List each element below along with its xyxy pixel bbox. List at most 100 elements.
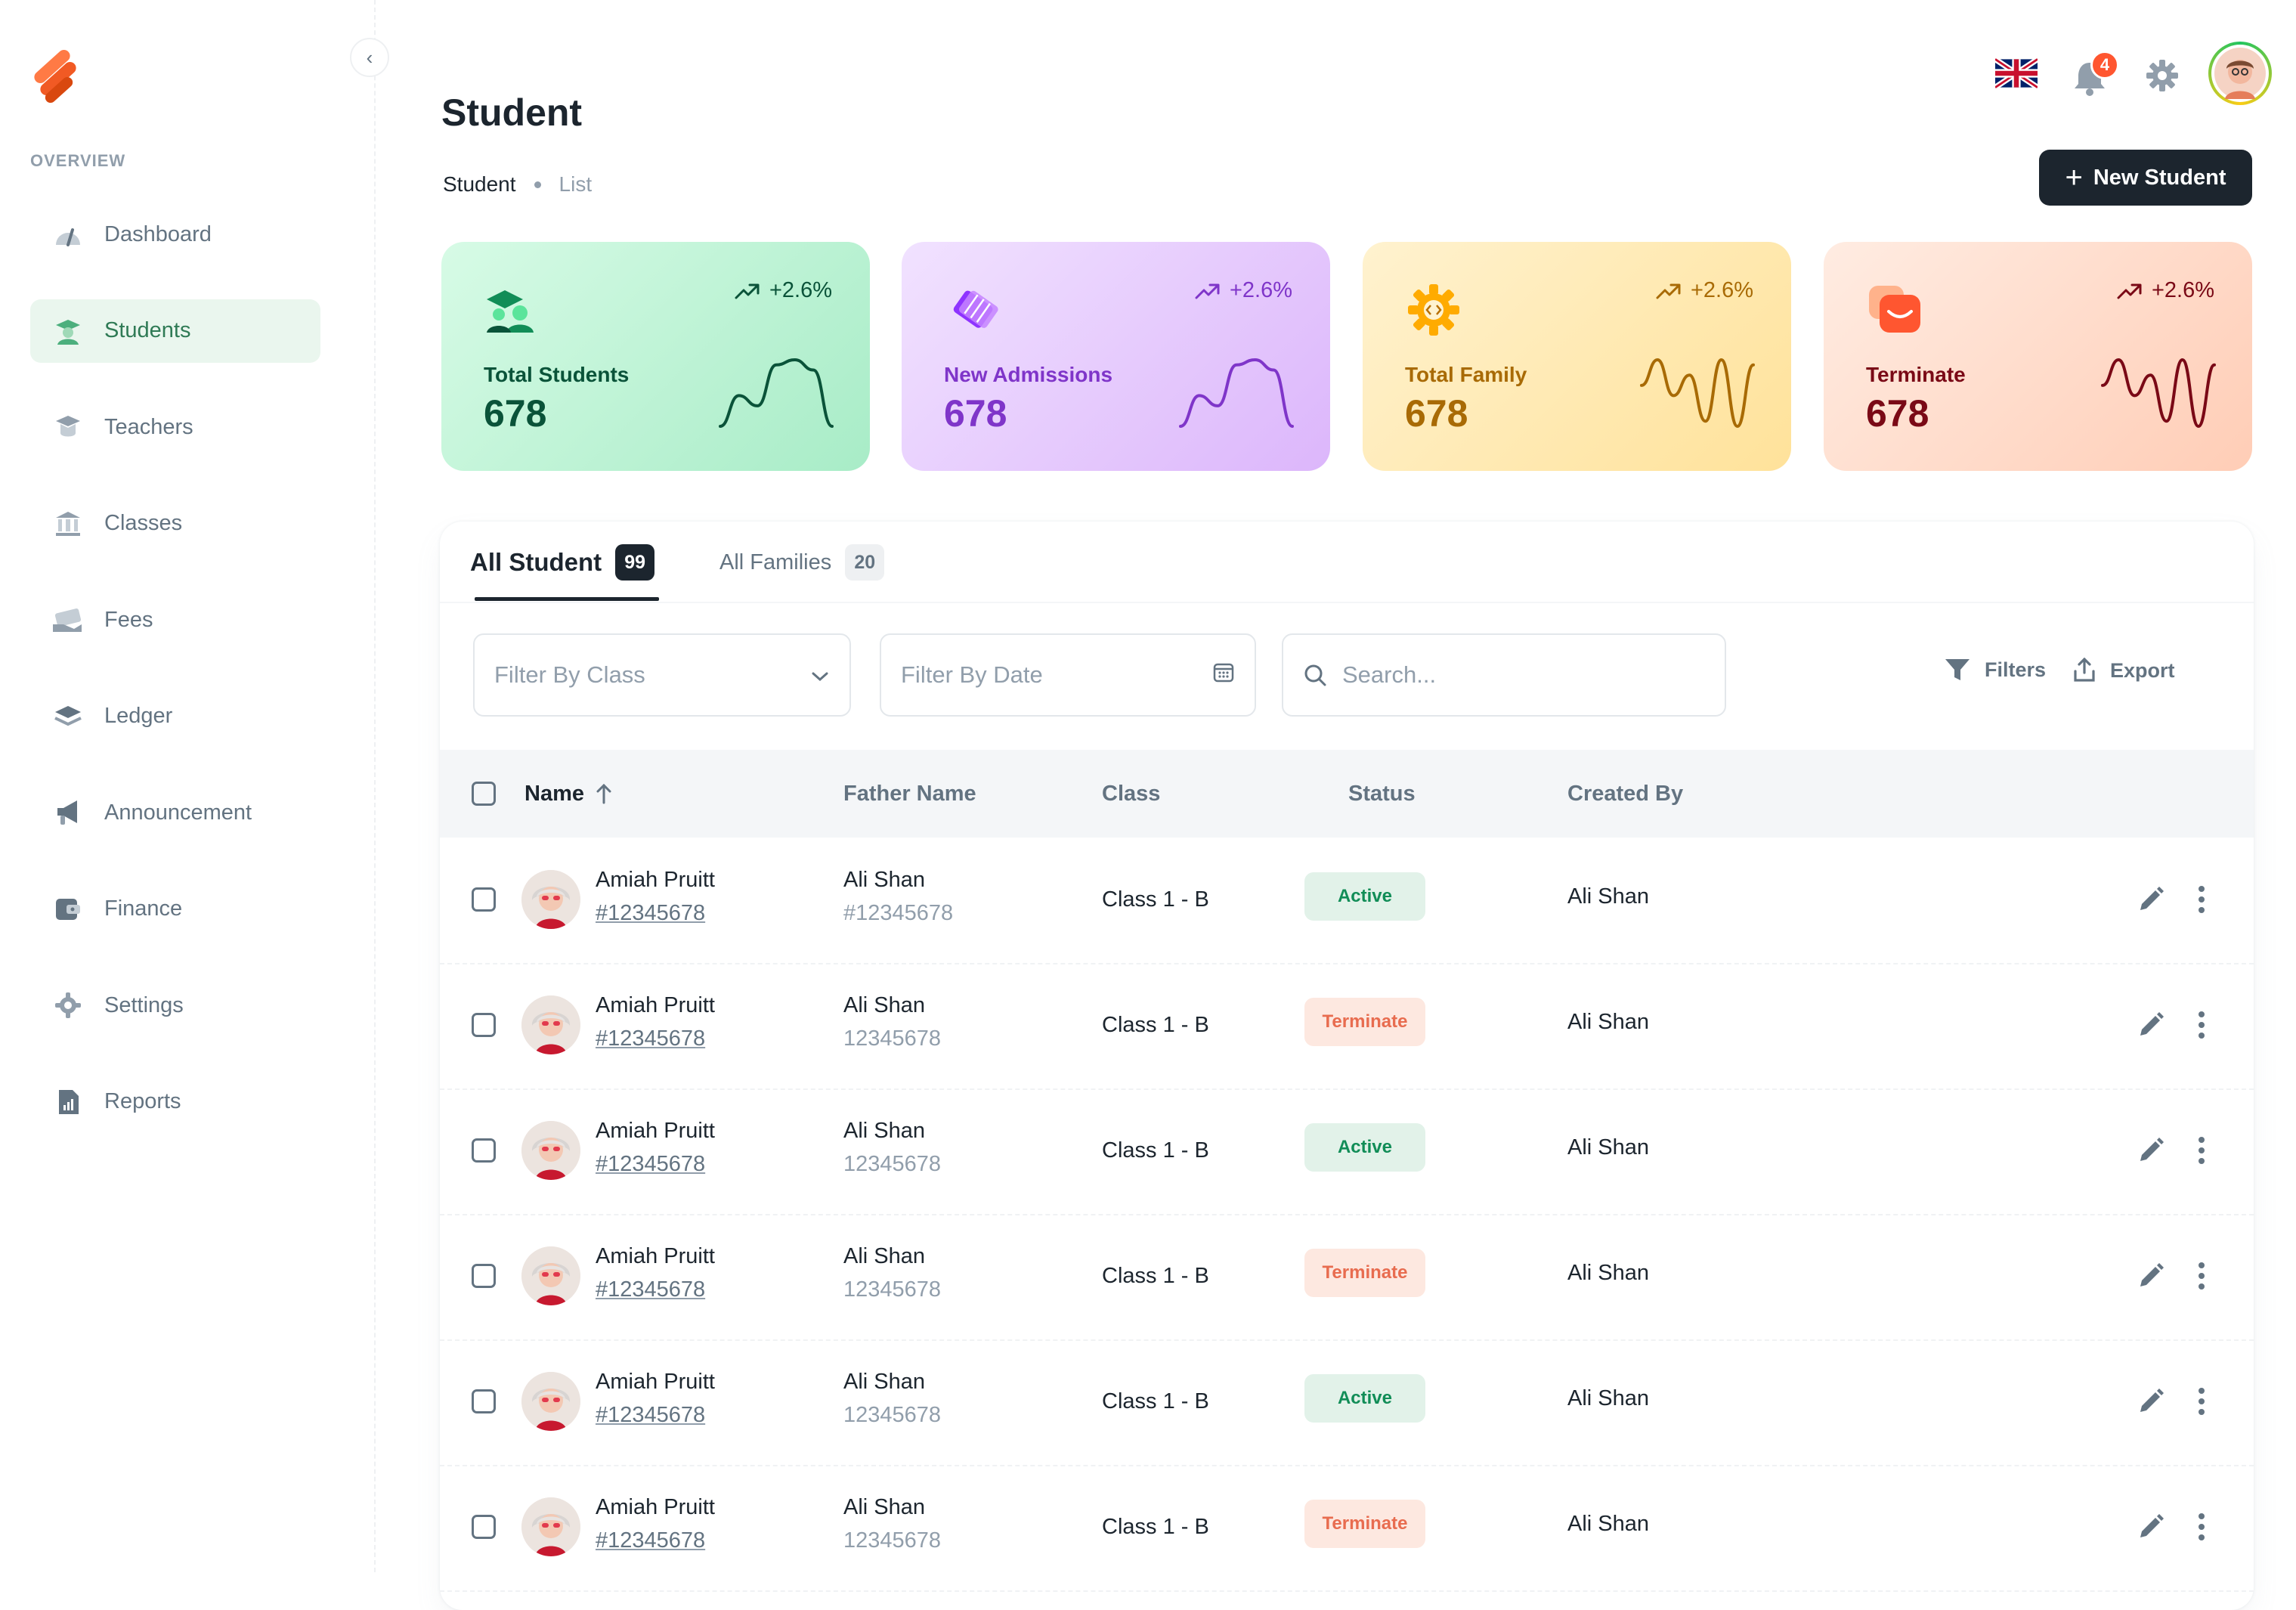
- row-checkbox[interactable]: [472, 1013, 496, 1037]
- father-id: 12345678: [843, 1026, 942, 1051]
- export-button[interactable]: Export: [2072, 658, 2175, 683]
- table-row[interactable]: Amiah Pruitt #12345678 Ali Shan 12345678 Cla…: [440, 1339, 2254, 1466]
- trend-value: +2.6%: [2151, 278, 2214, 302]
- trend-indicator: +2.6%: [2117, 278, 2214, 303]
- student-id-link[interactable]: #12345678: [596, 1277, 705, 1302]
- column-header-created-by: Created By: [1567, 781, 1684, 806]
- sidebar-item-reports[interactable]: Reports: [30, 1070, 320, 1134]
- student-id-link[interactable]: #12345678: [596, 901, 705, 926]
- edit-pencil-icon[interactable]: [2136, 1261, 2166, 1291]
- class-name: Class 1 - B: [1102, 1013, 1209, 1037]
- calendar-icon: [1212, 661, 1235, 689]
- student-name[interactable]: Amiah Pruitt: [596, 1119, 715, 1144]
- sidebar-item-announcement[interactable]: Announcement: [30, 781, 320, 844]
- table-row[interactable]: Amiah Pruitt #12345678 Ali Shan 12345678 Cla…: [440, 1465, 2254, 1592]
- sidebar-item-fees[interactable]: Fees: [30, 588, 320, 652]
- created-by: Ali Shan: [1567, 884, 1650, 909]
- nav-section-label: OVERVIEW: [30, 151, 126, 170]
- stat-card-new-admissions[interactable]: +2.6% New Admissions 678: [902, 242, 1330, 471]
- edit-pencil-icon[interactable]: [2136, 1010, 2166, 1040]
- filter-by-class-select[interactable]: Filter By Class: [473, 633, 851, 717]
- row-checkbox[interactable]: [472, 1264, 496, 1288]
- student-name[interactable]: Amiah Pruitt: [596, 868, 715, 893]
- father-id: 12345678: [843, 1528, 942, 1553]
- sidebar-item-ledger[interactable]: Ledger: [30, 685, 320, 748]
- notification-bell-icon[interactable]: 4: [2071, 51, 2119, 98]
- stat-card-terminate[interactable]: +2.6% Terminate 678: [1824, 242, 2252, 471]
- active-tab-indicator: [475, 597, 659, 601]
- tab-all-families[interactable]: All Families 20: [719, 544, 885, 581]
- student-id-link[interactable]: #12345678: [596, 1152, 705, 1177]
- more-vertical-icon[interactable]: [2197, 1385, 2206, 1418]
- graduation-icon: [482, 280, 543, 340]
- more-vertical-icon[interactable]: [2197, 1134, 2206, 1167]
- select-all-checkbox[interactable]: [472, 782, 496, 806]
- created-by: Ali Shan: [1567, 1261, 1650, 1285]
- more-vertical-icon[interactable]: [2197, 1510, 2206, 1543]
- student-name[interactable]: Amiah Pruitt: [596, 993, 715, 1018]
- stat-card-total-students[interactable]: +2.6% Total Students 678: [441, 242, 870, 471]
- student-id-link[interactable]: #12345678: [596, 1026, 705, 1051]
- brand-logo[interactable]: [29, 44, 86, 104]
- more-vertical-icon[interactable]: [2197, 1008, 2206, 1042]
- row-checkbox[interactable]: [472, 887, 496, 912]
- sparkline-chart: [2101, 358, 2216, 428]
- breadcrumb-item-student[interactable]: Student: [443, 172, 516, 197]
- sidebar-item-label: Settings: [104, 992, 184, 1017]
- edit-pencil-icon[interactable]: [2136, 1135, 2166, 1166]
- more-vertical-icon[interactable]: [2197, 883, 2206, 916]
- reports-icon: [51, 1085, 85, 1119]
- created-by: Ali Shan: [1567, 1010, 1650, 1034]
- student-id-link[interactable]: #12345678: [596, 1403, 705, 1428]
- row-checkbox[interactable]: [472, 1515, 496, 1539]
- student-name[interactable]: Amiah Pruitt: [596, 1370, 715, 1395]
- trending-up-icon: [1656, 283, 1682, 299]
- tab-all-student[interactable]: All Student 99: [470, 544, 655, 581]
- edit-pencil-icon[interactable]: [2136, 1386, 2166, 1416]
- sidebar-item-label: Classes: [104, 511, 183, 535]
- class-name: Class 1 - B: [1102, 1515, 1209, 1539]
- sidebar-item-dashboard[interactable]: Dashboard: [30, 203, 320, 266]
- collapse-sidebar-button[interactable]: ‹: [350, 38, 389, 77]
- message-icon: [1864, 280, 1925, 340]
- stat-card-value: 678: [1866, 392, 1929, 435]
- sidebar-item-settings[interactable]: Settings: [30, 974, 320, 1037]
- stat-card-total-family[interactable]: +2.6% Total Family 678: [1363, 242, 1791, 471]
- trend-indicator: +2.6%: [1195, 278, 1292, 303]
- filter-by-date-input[interactable]: Filter By Date: [880, 633, 1256, 717]
- search-input[interactable]: Search...: [1282, 633, 1726, 717]
- father-name: Ali Shan: [843, 1244, 926, 1268]
- sidebar-item-classes[interactable]: Classes: [30, 492, 320, 556]
- uk-flag-icon[interactable]: [1993, 57, 2040, 90]
- edit-pencil-icon[interactable]: [2136, 884, 2166, 915]
- sidebar-item-teachers[interactable]: Teachers: [30, 395, 320, 459]
- filters-button[interactable]: Filters: [1944, 658, 2046, 682]
- student-name[interactable]: Amiah Pruitt: [596, 1495, 715, 1520]
- trend-value: +2.6%: [769, 278, 832, 302]
- class-name: Class 1 - B: [1102, 1138, 1209, 1163]
- stat-card-label: Total Students: [484, 363, 630, 386]
- table-row[interactable]: Amiah Pruitt #12345678 Ali Shan 12345678 Cla…: [440, 963, 2254, 1090]
- table-row[interactable]: Amiah Pruitt #12345678 Ali Shan #12345678 Cl…: [440, 838, 2254, 964]
- sidebar-item-students[interactable]: Students: [30, 299, 320, 363]
- filters-label: Filters: [1985, 658, 2047, 681]
- sidebar-item-finance[interactable]: Finance: [30, 878, 320, 941]
- father-id: 12345678: [843, 1152, 942, 1176]
- more-vertical-icon[interactable]: [2197, 1259, 2206, 1293]
- trend-value: +2.6%: [1690, 278, 1753, 302]
- table-row[interactable]: Amiah Pruitt #12345678 Ali Shan 12345678 Cla…: [440, 1088, 2254, 1215]
- tab-count-badge: 20: [845, 544, 885, 581]
- user-avatar[interactable]: [2208, 42, 2272, 105]
- table-row[interactable]: Amiah Pruitt #12345678 Ali Shan 12345678 Cla…: [440, 1214, 2254, 1341]
- student-name[interactable]: Amiah Pruitt: [596, 1244, 715, 1269]
- status-badge: Terminate: [1304, 998, 1425, 1046]
- new-student-button[interactable]: + New Student: [2039, 150, 2252, 206]
- row-checkbox[interactable]: [472, 1138, 496, 1163]
- row-checkbox[interactable]: [472, 1389, 496, 1413]
- column-header-name[interactable]: Name: [524, 750, 613, 838]
- edit-pencil-icon[interactable]: [2136, 1512, 2166, 1542]
- settings-gear-icon[interactable]: [2145, 58, 2180, 93]
- dashboard-icon: [51, 218, 85, 251]
- student-id-link[interactable]: #12345678: [596, 1528, 705, 1553]
- trend-indicator: +2.6%: [1656, 278, 1753, 303]
